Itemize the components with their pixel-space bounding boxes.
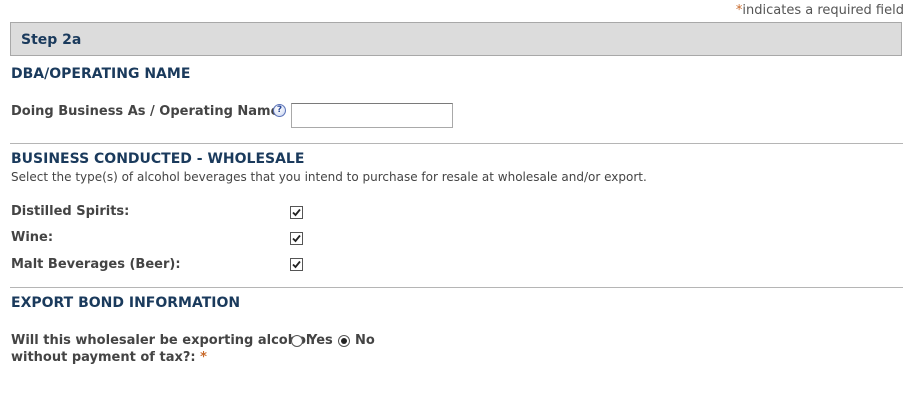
step-header-bar: Step 2a	[10, 22, 902, 56]
dba-name-input[interactable]	[291, 103, 453, 128]
distilled-spirits-label: Distilled Spirits:	[11, 204, 130, 219]
wine-checkbox[interactable]	[290, 232, 303, 245]
checkmark-icon	[292, 260, 301, 269]
malt-beverages-label: Malt Beverages (Beer):	[11, 257, 181, 272]
required-note-text: indicates a required field	[742, 3, 904, 18]
section-divider	[10, 143, 903, 144]
malt-beverages-checkbox[interactable]	[290, 258, 303, 271]
export-no-label[interactable]: No	[355, 333, 375, 348]
checkmark-icon	[292, 234, 301, 243]
export-no-radio[interactable]	[338, 335, 350, 347]
required-star: *	[200, 350, 207, 365]
checkmark-icon	[292, 208, 301, 217]
section-divider	[10, 287, 903, 288]
step-title: Step 2a	[21, 32, 82, 48]
export-yes-label[interactable]: Yes	[308, 333, 333, 348]
export-question-label: Will this wholesaler be exporting alcoho…	[11, 332, 310, 366]
export-question-line2: without payment of tax?:	[11, 350, 196, 365]
radio-selected-dot	[341, 338, 347, 344]
dba-section-title: DBA/OPERATING NAME	[11, 66, 191, 82]
wine-label: Wine:	[11, 230, 54, 245]
wholesale-section-description: Select the type(s) of alcohol beverages …	[11, 170, 647, 184]
export-yes-radio[interactable]	[291, 335, 303, 347]
export-question-line1: Will this wholesaler be exporting alcoho…	[11, 333, 311, 348]
dba-field-label: Doing Business As / Operating Name:	[11, 104, 285, 119]
required-field-note: *indicates a required field	[736, 3, 904, 18]
wholesale-section-title: BUSINESS CONDUCTED - WHOLESALE	[11, 151, 305, 167]
question-mark-icon[interactable]: ?	[273, 104, 286, 117]
distilled-spirits-checkbox[interactable]	[290, 206, 303, 219]
export-bond-section-title: EXPORT BOND INFORMATION	[11, 295, 241, 311]
